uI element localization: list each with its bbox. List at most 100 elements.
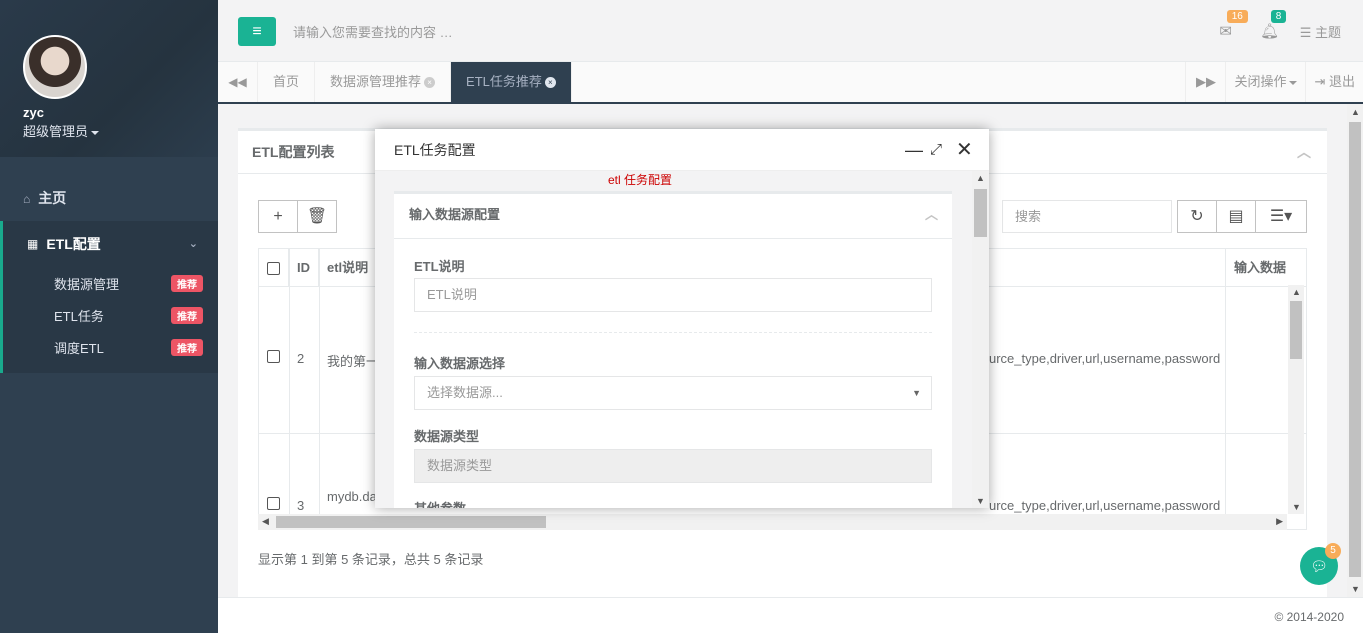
pagination-summary: 显示第 1 到第 5 条记录，总共 5 条记录: [258, 552, 484, 567]
modal-title: ETL任务配置: [394, 142, 476, 158]
select-all-checkbox[interactable]: [267, 262, 280, 276]
source-type-label: 数据源类型: [414, 429, 480, 444]
logout-icon: ⇥: [1314, 74, 1329, 89]
source-type-input: 数据源类型: [414, 449, 932, 483]
notification-button[interactable]: 🔔︎ 8: [1248, 10, 1292, 40]
topbar: ≡ 请输入您需要查找的内容 … ✉ 16 🔔︎ 8 ☰ 主题: [218, 0, 1363, 62]
avatar[interactable]: [23, 35, 87, 99]
sidebar: zyc 超级管理员 ⌂ 主页 ▦ ETL配置 ⌄ 数据源管理 推荐 ETL任务 推荐…: [0, 0, 218, 633]
row-checkbox[interactable]: [267, 350, 280, 366]
modal-vertical-scrollbar[interactable]: ▲ ▼: [972, 171, 989, 508]
close-tab-icon[interactable]: ×: [424, 77, 436, 89]
panel-title: ETL配置列表: [252, 144, 335, 160]
table-icon: ▦: [27, 237, 39, 251]
scroll-right-icon[interactable]: ▶: [1276, 516, 1283, 527]
plus-icon: +: [273, 208, 283, 225]
scroll-up-icon[interactable]: ▲: [1292, 287, 1301, 297]
scroll-down-icon[interactable]: ▼: [1292, 502, 1301, 512]
tab-scroll-left-button[interactable]: ◀◀: [218, 62, 258, 102]
global-search-input[interactable]: 请输入您需要查找的内容 …: [293, 22, 453, 41]
columns-icon: ☰▾: [1269, 208, 1293, 225]
logout-label: 退出: [1328, 74, 1355, 89]
close-ops-dropdown[interactable]: 关闭操作: [1225, 62, 1305, 102]
sidebar-item-schedule[interactable]: 调度ETL 推荐: [3, 331, 218, 363]
columns-button[interactable]: ☰▾: [1255, 200, 1307, 233]
collapse-icon[interactable]: ︿: [925, 194, 938, 236]
table-horizontal-scrollbar[interactable]: ◀ ▶: [258, 514, 1287, 530]
user-role-label: 超级管理员: [23, 124, 89, 139]
cell-desc: mydb.da: [327, 489, 377, 504]
recommend-badge: 推荐: [171, 274, 203, 292]
menu-toggle-button[interactable]: ≡: [238, 17, 276, 46]
nav-etl-label: ETL配置: [46, 236, 101, 252]
column-header-input[interactable]: 输入数据: [1225, 249, 1306, 286]
hamburger-icon: ≡: [252, 23, 262, 40]
select-all-cell: [259, 249, 289, 286]
cell-id: 3: [297, 498, 305, 513]
cell-id: 2: [297, 351, 305, 366]
bell-count-badge: 8: [1270, 10, 1287, 23]
collapse-icon[interactable]: ︿: [1297, 131, 1311, 174]
nav-home-label: 主页: [38, 190, 67, 206]
home-icon: ⌂: [23, 192, 31, 206]
scroll-left-icon[interactable]: ◀: [262, 516, 269, 527]
source-select-value: 选择数据源...: [427, 385, 503, 400]
theme-label: 主题: [1314, 24, 1341, 40]
cell-fields: urce_type,driver,url,username,password: [989, 498, 1221, 513]
page-vertical-scrollbar[interactable]: ▲ ▼: [1347, 104, 1363, 597]
close-icon[interactable]: ✕: [956, 129, 973, 171]
add-button[interactable]: +: [258, 200, 298, 233]
chevron-down-icon: ⌄: [188, 238, 198, 250]
toggle-view-button[interactable]: ▤: [1216, 200, 1256, 233]
refresh-icon: ↻: [1190, 208, 1204, 225]
tab-bar: ◀◀ 首页 数据源管理推荐 × ETL任务推荐 × ▶▶ 关闭操作 ⇥ 退出: [218, 62, 1363, 104]
logout-button[interactable]: ⇥ 退出: [1305, 62, 1363, 102]
etl-task-modal: ETL任务配置 — ⤢ ✕ etl 任务配置 输入数据源配置 ︿ ETL说明 ET…: [375, 129, 989, 508]
cell-desc: 我的第一: [327, 354, 380, 369]
trash-icon: 🗑︎: [306, 208, 328, 225]
user-role-dropdown[interactable]: 超级管理员: [23, 121, 218, 140]
tab-home[interactable]: 首页: [258, 62, 316, 102]
row-checkbox[interactable]: [267, 497, 280, 513]
envelope-icon: ✉: [1219, 23, 1232, 40]
table-vertical-scrollbar[interactable]: ▲ ▼: [1288, 285, 1304, 514]
caret-down-icon: [1289, 80, 1298, 85]
tab-datasource[interactable]: 数据源管理推荐 ×: [315, 62, 452, 102]
table-search-input[interactable]: 搜索: [1002, 200, 1172, 233]
chat-count-badge: 5: [1325, 543, 1341, 559]
sidebar-item-datasource[interactable]: 数据源管理 推荐: [3, 267, 218, 299]
column-header-desc[interactable]: etl说明: [319, 249, 379, 286]
minimize-icon[interactable]: —: [905, 129, 923, 171]
modal-body: etl 任务配置 输入数据源配置 ︿ ETL说明 ETL说明 输入数据源选择 选择…: [375, 171, 989, 508]
scroll-down-icon[interactable]: ▼: [1351, 584, 1360, 594]
scroll-up-icon[interactable]: ▲: [1351, 107, 1360, 117]
source-select[interactable]: 选择数据源... ▼: [414, 376, 932, 410]
user-name: zyc: [23, 105, 44, 120]
etl-desc-label: ETL说明: [414, 259, 465, 274]
tab-label: ETL任务推荐: [466, 74, 542, 89]
etl-desc-input[interactable]: ETL说明: [414, 278, 932, 312]
tab-scroll-right-button[interactable]: ▶▶: [1185, 62, 1225, 102]
section-title: 输入数据源配置: [409, 207, 501, 222]
scroll-up-icon[interactable]: ▲: [976, 173, 985, 183]
refresh-button[interactable]: ↻: [1177, 200, 1217, 233]
sidebar-item-etl-task[interactable]: ETL任务 推荐: [3, 299, 218, 331]
sidebar-item-label: 调度ETL: [54, 340, 104, 356]
bell-icon: 🔔︎: [1260, 23, 1280, 40]
other-params-label: 其他参数: [414, 498, 466, 508]
delete-button[interactable]: 🗑︎: [297, 200, 337, 233]
nav-home[interactable]: ⌂ 主页: [0, 175, 218, 221]
sidebar-item-label: 数据源管理: [54, 276, 120, 292]
footer: © 2014-2020: [218, 597, 1363, 633]
copyright: © 2014-2020: [1274, 610, 1344, 624]
column-header-id[interactable]: ID: [289, 249, 319, 286]
nav-etl-config[interactable]: ▦ ETL配置 ⌄: [3, 221, 218, 267]
maximize-icon[interactable]: ⤢: [930, 129, 942, 171]
backward-icon: ◀◀: [228, 75, 247, 89]
tab-label: 数据源管理推荐: [330, 74, 422, 89]
tab-etl-task[interactable]: ETL任务推荐 ×: [451, 62, 572, 102]
scroll-down-icon[interactable]: ▼: [976, 496, 985, 506]
close-tab-icon[interactable]: ×: [544, 77, 556, 89]
theme-button[interactable]: ☰ 主题: [1300, 22, 1341, 41]
mail-button[interactable]: ✉ 16: [1204, 10, 1248, 40]
